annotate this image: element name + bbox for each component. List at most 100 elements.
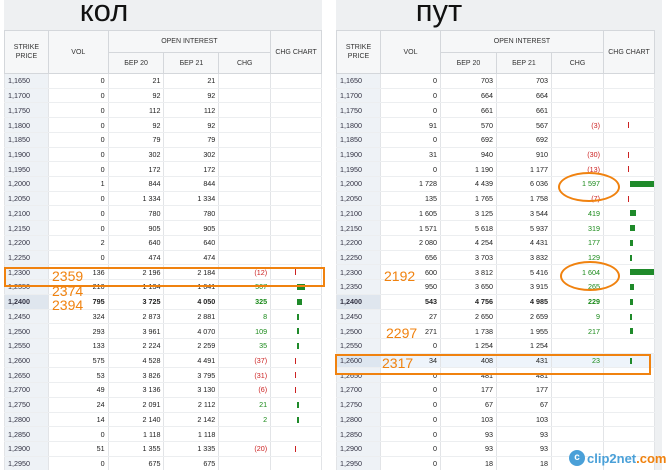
oi-a-cell: 780 [107,205,165,222]
vol-cell: 0 [380,382,441,398]
table-row[interactable]: 1,2850 0 1 118 1 118 [4,426,322,442]
table-row[interactable]: 1,1800 91 570 567 (3) [336,117,655,133]
vol-cell: 0 [47,73,109,89]
table-row[interactable]: 1,2450 27 2 650 2 659 9 [336,309,655,325]
chg-header[interactable]: CHG [551,52,604,74]
chg-chart-cell [603,220,655,236]
vol-cell: 0 [47,191,109,207]
strike-cell: 1,1750 [4,102,49,119]
table-row[interactable]: 1,2850 0 93 93 [336,426,655,442]
table-row[interactable]: 1,1800 0 92 92 [4,117,322,133]
table-row[interactable]: 1,2050 0 1 334 1 334 [4,191,322,207]
chg-cell [218,456,272,470]
table-row[interactable]: 1,1750 0 661 661 [336,102,655,119]
table-row[interactable]: 1,1650 0 703 703 [336,73,655,89]
chg-cell [551,382,604,398]
oi-b-cell: 92 [163,88,220,104]
chg-cell [218,191,272,207]
puts-title: пут [415,0,463,28]
table-row[interactable]: 1,2950 0 675 675 [4,456,322,470]
oi-b-cell: 3 915 [496,279,552,295]
table-row[interactable]: 1,1950 0 172 172 [4,161,322,178]
table-row[interactable]: 1,2750 0 67 67 [336,397,655,413]
table-row[interactable]: 1,1750 0 112 112 [4,102,322,119]
strike-cell: 1,2650 [4,367,49,384]
table-row[interactable]: 1,2650 53 3 826 3 795 (31) [4,367,322,384]
table-row[interactable]: 1,2550 133 2 224 2 259 35 [4,338,322,354]
table-row[interactable]: 1,2200 2 640 640 [4,235,322,251]
chg-chart-cell [270,147,322,163]
table-row[interactable]: 1,2100 0 780 780 [4,205,322,222]
strike-cell: 1,2750 [4,397,49,413]
oi-b-cell: 93 [496,441,552,457]
chg-header[interactable]: CHG [218,52,272,74]
table-row[interactable]: 1,2100 1 605 3 125 3 544 419 [336,205,655,222]
table-row[interactable]: 1,2750 24 2 091 2 112 21 [4,397,322,413]
table-row[interactable]: 1,2150 0 905 905 [4,220,322,236]
strike-cell: 1,2550 [336,338,381,354]
table-row[interactable]: 1,1900 31 940 910 (30) [336,147,655,163]
oi-a-cell: 302 [107,147,165,163]
table-row[interactable]: 1,2800 14 2 140 2 142 2 [4,412,322,428]
table-row[interactable]: 1,2500 271 1 738 1 955 217 [336,323,655,339]
calls-table: STRIKE PRICE VOL OPEN INTEREST CHG CHART… [4,30,322,470]
oi-b-cell: 3 795 [163,367,220,384]
chg-cell: (30) [551,147,604,163]
col-b-header[interactable]: БЕР 21 [496,52,552,74]
table-row[interactable]: 1,2550 0 1 254 1 254 [336,338,655,354]
table-row[interactable]: 1,1650 0 21 21 [4,73,322,89]
strike-header[interactable]: STRIKE PRICE [336,30,381,74]
oi-b-cell: 4 050 [163,294,220,310]
table-row[interactable]: 1,2800 0 103 103 [336,412,655,428]
table-row[interactable]: 1,2600 575 4 528 4 491 (37) [4,353,322,369]
oi-a-cell: 692 [440,132,497,148]
chg-cell [218,117,272,133]
oi-a-cell: 3 961 [107,323,165,339]
strike-cell: 1,2450 [336,309,381,325]
vol-cell: 0 [47,250,109,266]
vol-cell: 24 [47,397,109,413]
table-row[interactable]: 1,1700 0 92 92 [4,88,322,104]
chg-chart-cell [270,220,322,236]
table-row[interactable]: 1,2400 543 4 756 4 985 229 [336,294,655,310]
oi-a-cell: 1 118 [107,426,165,442]
strike-header[interactable]: STRIKE PRICE [4,30,49,74]
table-row[interactable]: 1,2700 49 3 136 3 130 (6) [4,382,322,398]
table-row[interactable]: 1,2900 51 1 355 1 335 (20) [4,441,322,457]
table-row[interactable]: 1,2200 2 080 4 254 4 431 177 [336,235,655,251]
oi-a-cell: 93 [440,441,497,457]
oi-b-cell: 18 [496,456,552,470]
chg-cell [218,147,272,163]
table-row[interactable]: 1,2500 293 3 961 4 070 109 [4,323,322,339]
chg-chart-cell [603,397,655,413]
chg-bar [297,298,303,305]
oi-a-cell: 640 [107,235,165,251]
table-row[interactable]: 1,2700 0 177 177 [336,382,655,398]
chg-cell [218,205,272,222]
oi-a-cell: 4 254 [440,235,497,251]
chg-chart-cell [270,412,322,428]
strike-cell: 1,1700 [336,88,381,104]
chg-chart-cell [270,367,322,384]
vol-cell: 1 728 [380,176,441,192]
table-row[interactable]: 1,2250 0 474 474 [4,250,322,266]
vol-cell: 53 [47,367,109,384]
annotation-put-2600: 2317 [382,355,414,371]
vol-cell: 1 571 [380,220,441,236]
col-b-header[interactable]: БЕР 21 [163,52,220,74]
table-row[interactable]: 1,2000 1 844 844 [4,176,322,192]
chg-chart-cell [270,250,322,266]
table-row[interactable]: 1,1900 0 302 302 [4,147,322,163]
chg-cell [218,220,272,236]
strike-cell: 1,1650 [4,73,49,89]
col-a-header[interactable]: БЕР 20 [440,52,497,74]
table-row[interactable]: 1,1850 0 79 79 [4,132,322,148]
strike-cell: 1,1800 [336,117,381,133]
table-row[interactable]: 1,1700 0 664 664 [336,88,655,104]
table-row[interactable]: 1,2150 1 571 5 618 5 937 319 [336,220,655,236]
oi-b-cell: 4 985 [496,294,552,310]
table-row[interactable]: 1,1850 0 692 692 [336,132,655,148]
vol-header[interactable]: VOL [380,30,441,74]
col-a-header[interactable]: БЕР 20 [107,52,165,74]
vol-header[interactable]: VOL [47,30,109,74]
